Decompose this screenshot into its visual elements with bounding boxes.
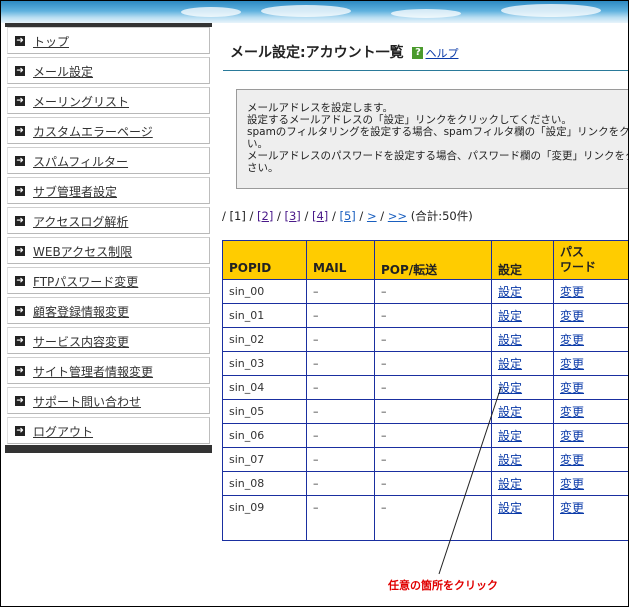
- callout-pointer-line: [438, 386, 502, 575]
- callout-text: 任意の箇所をクリック: [388, 579, 498, 592]
- browser-content: ➜ トップ ➜ メール設定 ➜ メーリングリスト ➜ カスタムエラーページ ➜ …: [0, 0, 629, 607]
